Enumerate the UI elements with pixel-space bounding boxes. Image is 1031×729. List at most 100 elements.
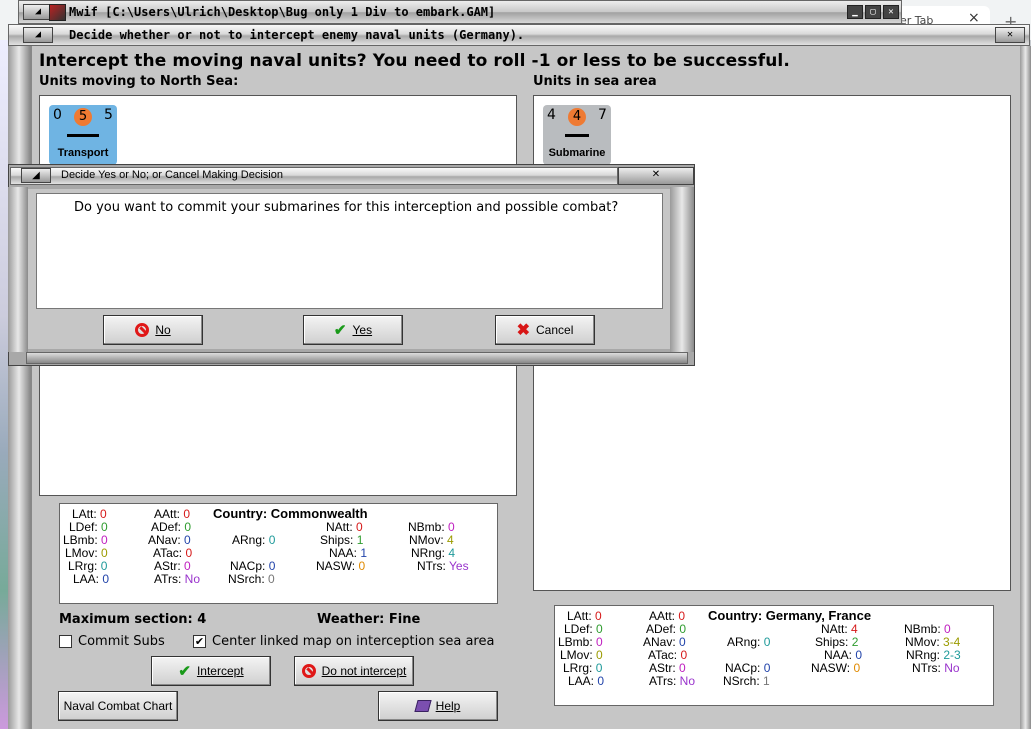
modal-title-bar[interactable]: ◢ Decide Yes or No; or Cancel Making Dec… <box>10 167 618 185</box>
stat-atrs: ATrs: No <box>649 674 696 688</box>
checkbox-checked-icon[interactable]: ✔ <box>193 635 206 648</box>
book-icon <box>414 700 432 712</box>
stat-ldef: LDef: 0 <box>564 622 603 636</box>
close-icon[interactable]: ✕ <box>883 5 899 19</box>
stat-nrng: NRng: 2-3 <box>906 648 961 662</box>
stat-lmov: LMov: 0 <box>65 546 108 560</box>
stat-lmov: LMov: 0 <box>560 648 603 662</box>
stat-latt: LAtt: 0 <box>567 609 602 623</box>
yes-label: Yes <box>352 323 373 337</box>
stat-nasw: NASW: 0 <box>316 559 366 573</box>
modal-left-frame <box>8 187 28 352</box>
stat-arng: ARng: 0 <box>727 635 771 649</box>
axis-stats-box: LAtt: 0 LDef: 0 LBmb: 0 LMov: 0 LRrg: 0 … <box>554 605 994 706</box>
stat-aatt: AAtt: 0 <box>649 609 686 623</box>
help-button[interactable]: Help <box>378 691 498 721</box>
help-label: Help <box>435 699 461 713</box>
center-map-label: Center linked map on interception sea ar… <box>212 634 495 649</box>
counter-right-value: 5 <box>104 107 113 123</box>
stat-natt: NAtt: 0 <box>326 520 363 534</box>
stat-ships: Ships: 1 <box>320 533 364 547</box>
counter-right-value: 7 <box>598 107 607 123</box>
dialog-menu-icon[interactable]: ◢ <box>23 27 53 43</box>
stat-naa: NAA: 0 <box>824 648 863 662</box>
stat-adef: ADef: 0 <box>646 622 687 636</box>
stat-atrs: ATrs: No <box>154 572 201 586</box>
counter-badge: 5 <box>74 108 92 126</box>
x-icon: ✖ <box>516 322 531 339</box>
stat-naa: NAA: 1 <box>329 546 368 560</box>
modal-message-box: Do you want to commit your submarines fo… <box>36 193 663 309</box>
check-icon: ✔ <box>333 322 347 339</box>
stat-ldef: LDef: 0 <box>69 520 108 534</box>
stat-lbmb: LBmb: 0 <box>558 635 603 649</box>
allied-stats-box: LAtt: 0 LDef: 0 LBmb: 0 LMov: 0 LRrg: 0 … <box>59 503 498 604</box>
country-info: Country: Germany, France <box>708 608 872 623</box>
cancel-label: Cancel <box>536 323 574 337</box>
dialog-left-frame <box>8 46 30 729</box>
counter-name: Transport <box>57 147 109 159</box>
stat-nsrch: NSrch: 1 <box>723 674 770 688</box>
modal-message: Do you want to commit your submarines fo… <box>74 200 619 215</box>
intercept-button[interactable]: ✔ Intercept <box>151 656 271 686</box>
no-button[interactable]: No <box>103 315 203 345</box>
counter-badge: 4 <box>568 108 586 126</box>
intercept-label: Intercept <box>196 664 244 678</box>
stat-aatt: AAtt: 0 <box>154 507 191 521</box>
moving-units-label: Units moving to North Sea: <box>39 74 239 89</box>
intercept-question: Intercept the moving naval units? You ne… <box>39 51 790 71</box>
country-info: Country: Commonwealth <box>213 506 368 521</box>
stat-nacp: NACp: 0 <box>725 661 771 675</box>
checkbox-box[interactable] <box>59 635 72 648</box>
stat-ships: Ships: 2 <box>815 635 859 649</box>
dialog-title-bar[interactable]: ◢ Decide whether or not to intercept ene… <box>8 24 1030 46</box>
minimize-icon[interactable]: ▁ <box>847 5 863 19</box>
modal-close-icon[interactable]: ✕ <box>618 167 694 185</box>
stat-laa: LAA: 0 <box>73 572 110 586</box>
stat-atac: ATac: 0 <box>153 546 193 560</box>
dialog-right-frame <box>1020 46 1031 729</box>
stat-natt: NAtt: 4 <box>821 622 858 636</box>
dialog-title: Decide whether or not to intercept enemy… <box>69 28 525 42</box>
cancel-button[interactable]: ✖ Cancel <box>495 315 595 345</box>
modal-title: Decide Yes or No; or Cancel Making Decis… <box>61 169 283 181</box>
modal-menu-icon[interactable]: ◢ <box>21 168 51 183</box>
no-label: No <box>155 323 171 337</box>
counter-left-value: 0 <box>53 107 62 123</box>
main-window-title-bar[interactable]: ◢ Mwif [C:\Users\Ulrich\Desktop\Bug only… <box>18 0 902 24</box>
stat-nbmb: NBmb: 0 <box>408 520 455 534</box>
stat-ntrs: NTrs: No <box>912 661 960 675</box>
do-not-intercept-label: Do not intercept <box>321 664 407 678</box>
no-entry-icon <box>135 323 150 337</box>
stat-latt: LAtt: 0 <box>72 507 107 521</box>
stat-nbmb: NBmb: 0 <box>904 622 951 636</box>
app-icon <box>49 4 66 21</box>
stat-lrrg: LRrg: 0 <box>563 661 603 675</box>
submarine-counter[interactable]: 4 4 7 Submarine <box>543 105 611 165</box>
naval-combat-chart-button[interactable]: Naval Combat Chart <box>58 691 178 721</box>
restore-icon[interactable]: ▢ <box>865 5 881 19</box>
stat-anav: ANav: 0 <box>643 635 686 649</box>
no-entry-icon <box>301 664 316 678</box>
check-icon: ✔ <box>178 663 191 680</box>
stat-atac: ATac: 0 <box>648 648 688 662</box>
center-map-checkbox[interactable]: ✔ Center linked map on interception sea … <box>193 634 494 649</box>
commit-subs-checkbox[interactable]: Commit Subs <box>59 634 165 649</box>
window-title: Mwif [C:\Users\Ulrich\Desktop\Bug only 1… <box>69 5 496 19</box>
stat-lbmb: LBmb: 0 <box>63 533 108 547</box>
stat-astr: AStr: 0 <box>649 661 686 675</box>
stat-nacp: NACp: 0 <box>230 559 276 573</box>
transport-counter[interactable]: 0 5 5 Transport <box>49 105 117 165</box>
stat-arng: ARng: 0 <box>232 533 276 547</box>
stat-adef: ADef: 0 <box>151 520 192 534</box>
stat-nasw: NASW: 0 <box>811 661 861 675</box>
commit-subs-label: Commit Subs <box>78 634 165 649</box>
do-not-intercept-button[interactable]: Do not intercept <box>294 656 414 686</box>
window-controls: ▁ ▢ ✕ <box>847 5 899 19</box>
stat-nrng: NRng: 4 <box>411 546 456 560</box>
modal-right-frame <box>670 187 694 352</box>
yes-button[interactable]: ✔ Yes <box>303 315 403 345</box>
dialog-close-icon[interactable]: ✕ <box>995 27 1025 43</box>
stat-laa: LAA: 0 <box>568 674 605 688</box>
counter-name: Submarine <box>548 147 606 159</box>
